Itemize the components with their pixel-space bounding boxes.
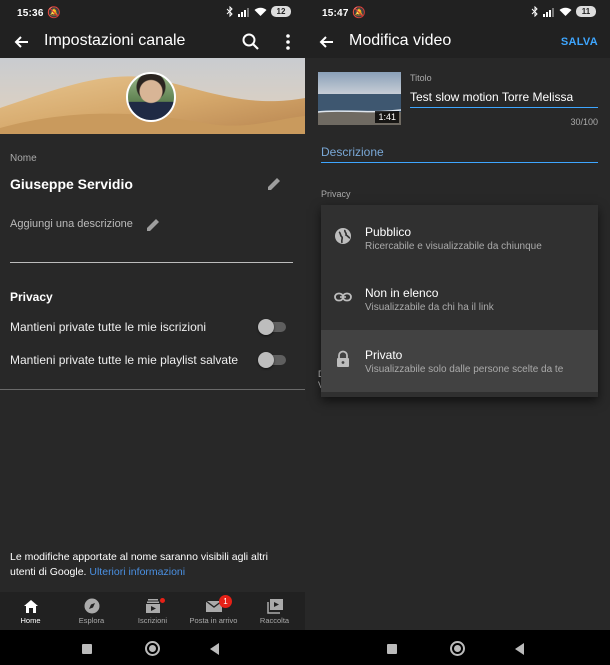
mute-bell-icon: 🔕 (47, 7, 61, 19)
private-playlists-toggle[interactable] (258, 352, 286, 368)
app-bar: Impostazioni canale (0, 26, 305, 58)
toggle-label-playlists: Mantieni private tutte le mie playlist s… (10, 353, 239, 367)
title-label: Titolo (410, 73, 432, 83)
avatar[interactable] (126, 72, 176, 122)
status-time: 15:36 (17, 8, 44, 19)
privacy-section-title: Privacy (10, 290, 53, 304)
channel-name: Giuseppe Servidio (10, 176, 133, 192)
wifi-icon (559, 7, 572, 16)
back-triangle-icon[interactable] (210, 643, 219, 655)
description-underline (10, 262, 293, 263)
edit-description-pencil-icon[interactable] (145, 217, 161, 233)
system-navigation-bar (0, 630, 305, 665)
search-icon[interactable] (241, 32, 261, 52)
nav-subscriptions[interactable]: Iscrizioni (122, 592, 183, 630)
more-options-icon[interactable] (278, 32, 298, 52)
description-placeholder[interactable]: Aggiungi una descrizione (10, 218, 133, 230)
recents-icon[interactable] (82, 644, 92, 654)
channel-settings-screen: 15:36 🔕 12 Impostazioni canale Nome Gius… (0, 0, 305, 665)
privacy-option-unlisted[interactable]: Non in elenco Visualizzabile da chi ha i… (321, 268, 598, 330)
privacy-dropdown-menu: Pubblico Ricercabile e visualizzabile da… (321, 205, 598, 397)
subscriptions-icon (145, 599, 160, 613)
mute-bell-icon: 🔕 (352, 7, 366, 19)
back-triangle-icon[interactable] (515, 643, 524, 655)
save-button[interactable]: SALVA (561, 36, 598, 48)
globe-icon (335, 228, 351, 244)
home-circle-icon[interactable] (145, 641, 160, 656)
status-bar: 15:36 🔕 12 (0, 0, 305, 26)
name-change-note: Le modifiche apportate al nome saranno v… (10, 551, 268, 578)
bluetooth-icon (226, 6, 233, 17)
back-arrow-icon[interactable] (12, 32, 32, 52)
battery-icon: 11 (576, 6, 596, 17)
nav-home[interactable]: Home (0, 592, 61, 630)
signal-icon (543, 7, 554, 17)
title-char-counter: 30/100 (570, 117, 598, 127)
link-icon (334, 292, 352, 302)
title-input[interactable]: Test slow motion Torre Melissa (410, 90, 598, 108)
library-icon (266, 599, 283, 614)
edit-video-screen: 15:47 🔕 11 Modifica video SALVA 1:41 Tit… (305, 0, 610, 665)
page-title: Modifica video (349, 32, 452, 49)
video-duration: 1:41 (375, 111, 399, 123)
privacy-label: Privacy (321, 189, 351, 199)
wifi-icon (254, 7, 267, 16)
name-label: Nome (10, 153, 37, 164)
bottom-navigation: Home Esplora Iscrizioni 1 Posta in arriv… (0, 592, 305, 630)
home-icon (23, 600, 38, 613)
home-circle-icon[interactable] (450, 641, 465, 656)
new-content-dot (160, 598, 165, 603)
privacy-option-public[interactable]: Pubblico Ricercabile e visualizzabile da… (321, 207, 598, 269)
description-input[interactable]: Descrizione (321, 145, 598, 163)
status-time: 15:47 (322, 8, 349, 19)
inbox-badge: 1 (219, 595, 232, 608)
signal-icon (238, 7, 249, 17)
toggle-label-subscriptions: Mantieni private tutte le mie iscrizioni (10, 320, 207, 334)
recents-icon[interactable] (387, 644, 397, 654)
back-arrow-icon[interactable] (317, 32, 337, 52)
nav-explore[interactable]: Esplora (61, 592, 122, 630)
page-title: Impostazioni canale (44, 32, 186, 49)
app-bar: Modifica video SALVA (305, 26, 610, 58)
video-thumbnail[interactable]: 1:41 (318, 72, 401, 125)
edit-name-pencil-icon[interactable] (266, 176, 282, 192)
lock-icon (337, 350, 349, 367)
nav-inbox[interactable]: 1 Posta in arrivo (183, 592, 244, 630)
bluetooth-icon (531, 6, 538, 17)
privacy-option-private[interactable]: Privato Visualizzabile solo dalle person… (321, 330, 598, 392)
nav-library[interactable]: Raccolta (244, 592, 305, 630)
battery-icon: 12 (271, 6, 291, 17)
learn-more-link[interactable]: Ulteriori informazioni (89, 566, 185, 578)
section-divider (0, 389, 305, 390)
private-subscriptions-toggle[interactable] (258, 319, 286, 335)
explore-icon (84, 598, 99, 614)
status-bar: 15:47 🔕 11 (305, 0, 610, 26)
system-navigation-bar (305, 630, 610, 665)
